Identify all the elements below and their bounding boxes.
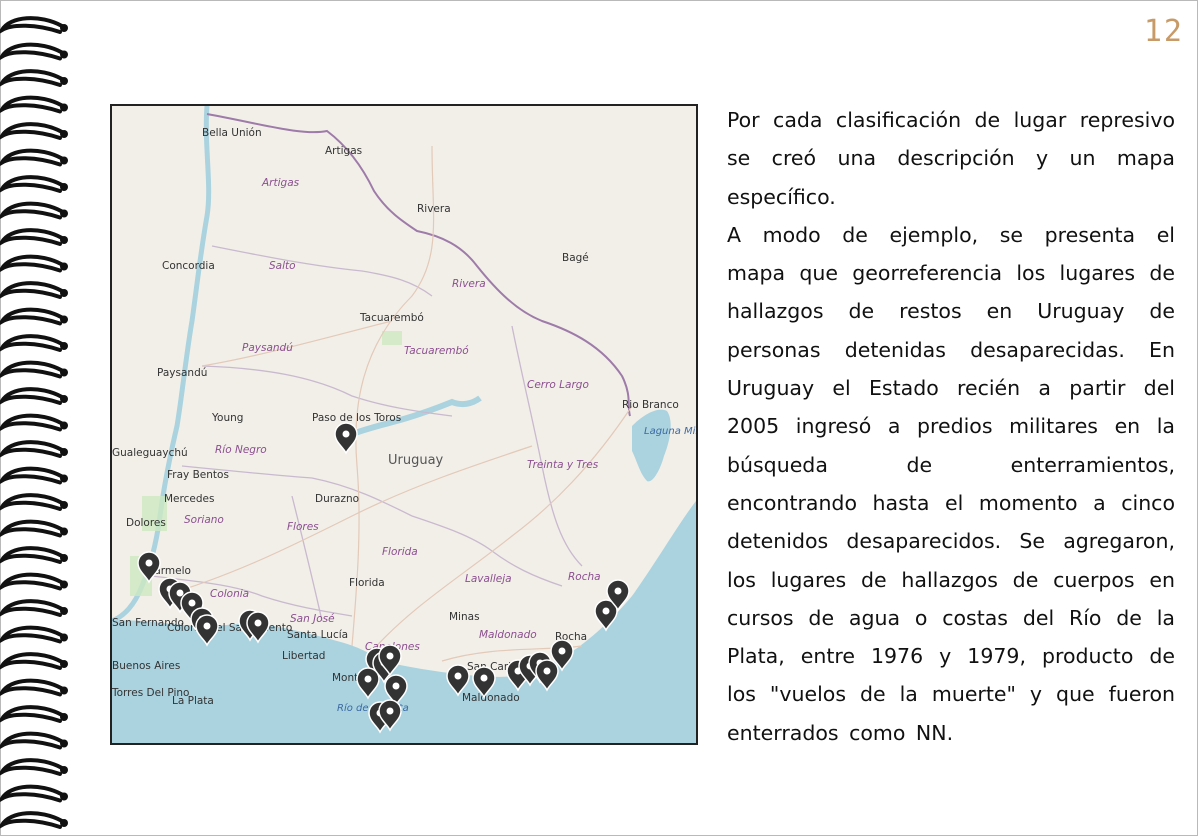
map-label-rivera: Rivera xyxy=(417,203,451,215)
map-marker-dot xyxy=(386,652,394,660)
dept-label-lavalleja: Lavalleja xyxy=(465,573,512,585)
map-marker-dot xyxy=(188,599,196,607)
body-text: Por cada clasificación de lugar represiv… xyxy=(727,101,1175,752)
dept-label-artigas: Artigas xyxy=(261,177,300,189)
dept-label-florida: Florida xyxy=(382,546,418,558)
map-label-libertad: Libertad xyxy=(282,650,325,662)
map-marker-dot xyxy=(203,622,211,630)
map-label-san-fernando: San Fernando xyxy=(112,617,184,629)
map-label-concordia: Concordia xyxy=(162,260,215,272)
map-label-durazno: Durazno xyxy=(315,493,359,505)
map-label-gualeguaychu: Gualeguaychú xyxy=(112,447,188,459)
water-label-laguna-mirim: Laguna Mirim / Lagoa Merín xyxy=(644,425,696,437)
map-marker-dot xyxy=(480,674,488,682)
map-label-colonia-del-sacramento: Colonia del Sacramento xyxy=(167,622,292,634)
map-image[interactable]: Bella Unión Artigas Rivera Bagé Concordi… xyxy=(110,104,698,745)
map-marker-dot xyxy=(176,589,184,597)
dept-label-rivera: Rivera xyxy=(452,278,486,290)
map-marker-dot xyxy=(543,667,551,675)
map-marker-dot xyxy=(364,675,372,683)
paragraph-1: Por cada clasificación de lugar represiv… xyxy=(727,108,1175,209)
dept-label-paysandu: Paysandú xyxy=(242,342,293,354)
map-label-florida-city: Florida xyxy=(349,577,385,589)
dept-label-soriano: Soriano xyxy=(184,514,224,526)
dept-label-maldonado: Maldonado xyxy=(479,629,537,641)
map-label-dolores: Dolores xyxy=(126,517,166,529)
map-marker-dot xyxy=(602,607,610,615)
map-label-buenos-aires: Buenos Aires xyxy=(112,660,180,672)
dept-label-rocha: Rocha xyxy=(568,571,601,583)
map-label-fray-bentos: Fray Bentos xyxy=(167,469,229,481)
dept-label-rio-negro: Río Negro xyxy=(215,444,267,456)
map-label-tacuarembo-city: Tacuarembó xyxy=(359,312,424,324)
dept-label-cerro-largo: Cerro Largo xyxy=(527,379,589,391)
map-label-young: Young xyxy=(211,412,243,424)
map-label-paysandu-city: Paysandú xyxy=(157,367,207,379)
map-marker-dot xyxy=(614,587,622,595)
map-marker-dot xyxy=(454,672,462,680)
map-marker-dot xyxy=(558,647,566,655)
map-marker-dot xyxy=(254,619,262,627)
map-label-torres-del-pino: Torres Del Pino xyxy=(112,687,189,699)
map-label-santa-lucia: Santa Lucía xyxy=(287,629,348,641)
dept-label-flores: Flores xyxy=(287,521,319,533)
paragraph-2: A modo de ejemplo, se presenta el mapa q… xyxy=(727,222,1175,745)
map-label-minas: Minas xyxy=(449,611,480,623)
spiral-binding xyxy=(0,16,68,829)
dept-label-colonia: Colonia xyxy=(210,588,249,600)
map-label-paso-de-los-toros: Paso de los Toros xyxy=(312,412,401,424)
map-marker-dot xyxy=(342,430,350,438)
map-label-maldonado-city: Maldonado xyxy=(462,692,520,704)
page-number: 12 xyxy=(1143,14,1184,49)
map-label-bage: Bagé xyxy=(562,252,589,264)
map-label-bella-union: Bella Unión xyxy=(202,127,262,139)
dept-label-tacuarembo: Tacuarembó xyxy=(404,345,469,357)
map-label-rio-branco: Rio Branco xyxy=(622,399,679,411)
dept-label-salto: Salto xyxy=(269,260,296,272)
map-marker-dot xyxy=(386,707,394,715)
dept-label-san-jose: San José xyxy=(290,613,335,625)
map-label-mercedes: Mercedes xyxy=(164,493,214,505)
dept-label-treinta-y-tres: Treinta y Tres xyxy=(527,459,599,471)
map-label-artigas-city: Artigas xyxy=(325,145,362,157)
country-label: Uruguay xyxy=(388,453,444,468)
map-marker-dot xyxy=(392,682,400,690)
map-marker-dot xyxy=(145,559,153,567)
